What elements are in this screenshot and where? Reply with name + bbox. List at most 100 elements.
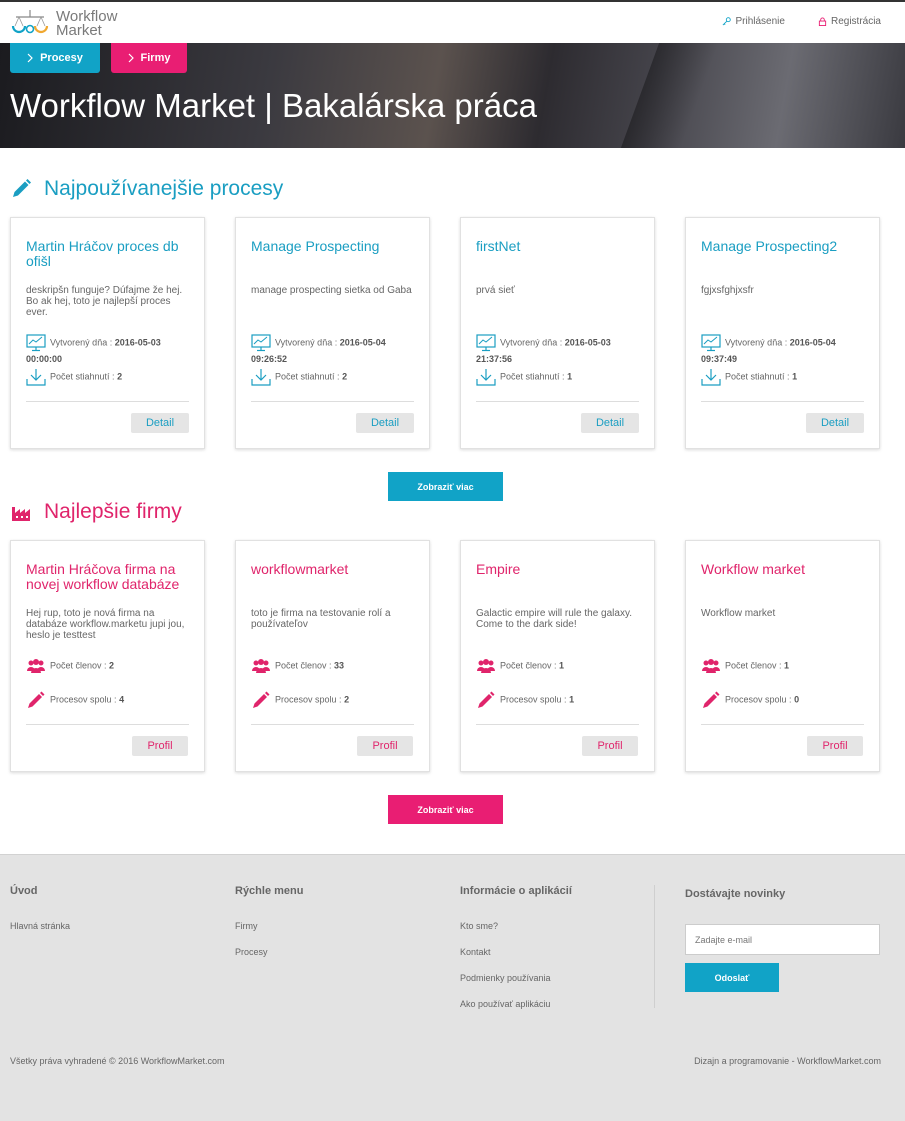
company-card: Workflow market Workflow market Počet člen…: [685, 540, 880, 772]
company-card: Martin Hráčova firma na novej workflow d…: [10, 540, 205, 772]
created-time: 09:26:52: [251, 354, 288, 364]
created-time: 21:37:56: [476, 354, 513, 364]
created-time: 09:37:49: [701, 354, 738, 364]
card-divider: [251, 724, 414, 725]
profile-button[interactable]: Profil: [132, 736, 188, 756]
process-title[interactable]: firstNet: [476, 239, 641, 254]
card-divider: [26, 401, 189, 402]
credit-text: Dizajn a programovanie - WorkflowMarket.…: [694, 1056, 881, 1066]
company-description: Galactic empire will rule the galaxy. Co…: [476, 608, 632, 630]
footer-heading-quick-menu: Rýchle menu: [235, 885, 304, 897]
hero-banner: Procesy Firmy Workflow Market | Bakalárs…: [0, 43, 905, 148]
footer-link-howto[interactable]: Ako používať aplikáciu: [460, 999, 572, 1009]
users-icon: [26, 657, 46, 675]
factory-icon: [12, 507, 30, 521]
created-date: 2016-05-03: [564, 337, 611, 348]
show-more-processes-button[interactable]: Zobraziť viac: [388, 472, 503, 501]
process-title[interactable]: Manage Prospecting2: [701, 239, 866, 254]
process-downloads: Počet stiahnutí : 2: [26, 368, 196, 386]
created-label: Vytvorený dňa :: [275, 337, 338, 348]
logo[interactable]: Workflow Market: [10, 8, 130, 40]
pencil-icon: [13, 179, 31, 197]
processes-label: Procesov spolu :: [500, 694, 567, 705]
newsletter-submit-button[interactable]: Odoslať: [685, 963, 779, 992]
footer-link-about[interactable]: Kto sme?: [460, 921, 572, 931]
chart-monitor-icon: [476, 334, 496, 352]
company-description: toto je firma na testovanie rolí a použí…: [251, 608, 391, 630]
footer-link-terms[interactable]: Podmienky používania: [460, 973, 572, 983]
profile-button[interactable]: Profil: [807, 736, 863, 756]
detail-button[interactable]: Detail: [131, 413, 189, 433]
processes-label: Procesov spolu :: [725, 694, 792, 705]
footer-link-contact[interactable]: Kontakt: [460, 947, 572, 957]
footer-col-info: Informácie o aplikácií Kto sme? Kontakt …: [460, 885, 572, 1025]
footer-link-home[interactable]: Hlavná stránka: [10, 921, 70, 931]
profile-button[interactable]: Profil: [357, 736, 413, 756]
users-icon: [701, 657, 721, 675]
company-title[interactable]: Workflow market: [701, 562, 866, 577]
chart-monitor-icon: [26, 334, 46, 352]
login-link[interactable]: Prihlásenie: [722, 16, 785, 27]
processes-label: Procesov spolu :: [50, 694, 117, 705]
footer-heading-info: Informácie o aplikácií: [460, 885, 572, 897]
processes-count: 4: [119, 694, 125, 705]
company-title[interactable]: workflowmarket: [251, 562, 416, 577]
members-count: 33: [334, 660, 345, 671]
process-downloads: Počet stiahnutí : 1: [701, 368, 871, 386]
downloads-label: Počet stiahnutí :: [275, 371, 340, 382]
process-card: Manage Prospecting manage prospecting sie…: [235, 217, 430, 449]
download-icon: [476, 368, 496, 386]
company-card: Empire Galactic empire will rule the gala…: [460, 540, 655, 772]
company-title[interactable]: Martin Hráčova firma na novej workflow d…: [26, 562, 191, 592]
members-label: Počet členov :: [50, 660, 107, 671]
footer-col-quick-menu: Rýchle menu Firmy Procesy: [235, 885, 303, 973]
page-title: Workflow Market | Bakalárska práca: [10, 87, 537, 124]
process-title[interactable]: Martin Hráčov proces db ofišl: [26, 239, 191, 269]
card-divider: [476, 401, 639, 402]
companies-tab-label: Firmy: [140, 52, 171, 64]
chart-monitor-icon: [251, 334, 271, 352]
process-description: prvá sieť: [476, 285, 515, 296]
processes-tab-label: Procesy: [40, 52, 83, 64]
company-processes: Procesov spolu : 0: [701, 691, 871, 709]
detail-button[interactable]: Detail: [806, 413, 864, 433]
footer-link-companies[interactable]: Firmy: [235, 921, 303, 931]
company-description: Hej rup, toto je nová firma na databáze …: [26, 608, 185, 641]
profile-button[interactable]: Profil: [582, 736, 638, 756]
created-time: 00:00:00: [26, 354, 63, 364]
pencil-icon: [476, 691, 496, 709]
downloads-count: 1: [567, 371, 573, 382]
process-title[interactable]: Manage Prospecting: [251, 239, 416, 254]
users-icon: [251, 657, 271, 675]
newsletter-email-input[interactable]: [685, 924, 880, 955]
chevron-right-icon: [128, 53, 134, 63]
lock-icon: [818, 17, 827, 26]
card-divider: [701, 724, 864, 725]
process-description: deskripšn funguje? Dúfajme že hej. Bo ak…: [26, 285, 183, 318]
company-processes: Procesov spolu : 1: [476, 691, 646, 709]
detail-button[interactable]: Detail: [356, 413, 414, 433]
downloads-count: 2: [342, 371, 348, 382]
logo-text-market: Market: [56, 22, 102, 39]
members-label: Počet členov :: [500, 660, 557, 671]
pencil-icon: [251, 691, 271, 709]
footer: Úvod Hlavná stránka Rýchle menu Firmy Pr…: [0, 854, 905, 1121]
company-processes: Procesov spolu : 2: [251, 691, 421, 709]
download-icon: [26, 368, 46, 386]
process-card: firstNet prvá sieť Vytvorený dňa : 2016-05…: [460, 217, 655, 449]
processes-heading-text: Najpoužívanejšie procesy: [44, 177, 284, 200]
show-more-companies-button[interactable]: Zobraziť viac: [388, 795, 503, 824]
footer-divider: [654, 885, 655, 1008]
scales-logo-icon: [11, 10, 49, 34]
company-title[interactable]: Empire: [476, 562, 641, 577]
chevron-right-icon: [27, 53, 33, 63]
process-card: Martin Hráčov proces db ofišl deskripšn f…: [10, 217, 205, 449]
processes-tab-button[interactable]: Procesy: [10, 43, 100, 73]
process-downloads: Počet stiahnutí : 2: [251, 368, 421, 386]
detail-button[interactable]: Detail: [581, 413, 639, 433]
register-link[interactable]: Registrácia: [818, 16, 881, 27]
companies-tab-button[interactable]: Firmy: [111, 43, 187, 73]
members-count: 1: [559, 660, 565, 671]
footer-link-processes[interactable]: Procesy: [235, 947, 303, 957]
key-icon: [723, 17, 732, 26]
